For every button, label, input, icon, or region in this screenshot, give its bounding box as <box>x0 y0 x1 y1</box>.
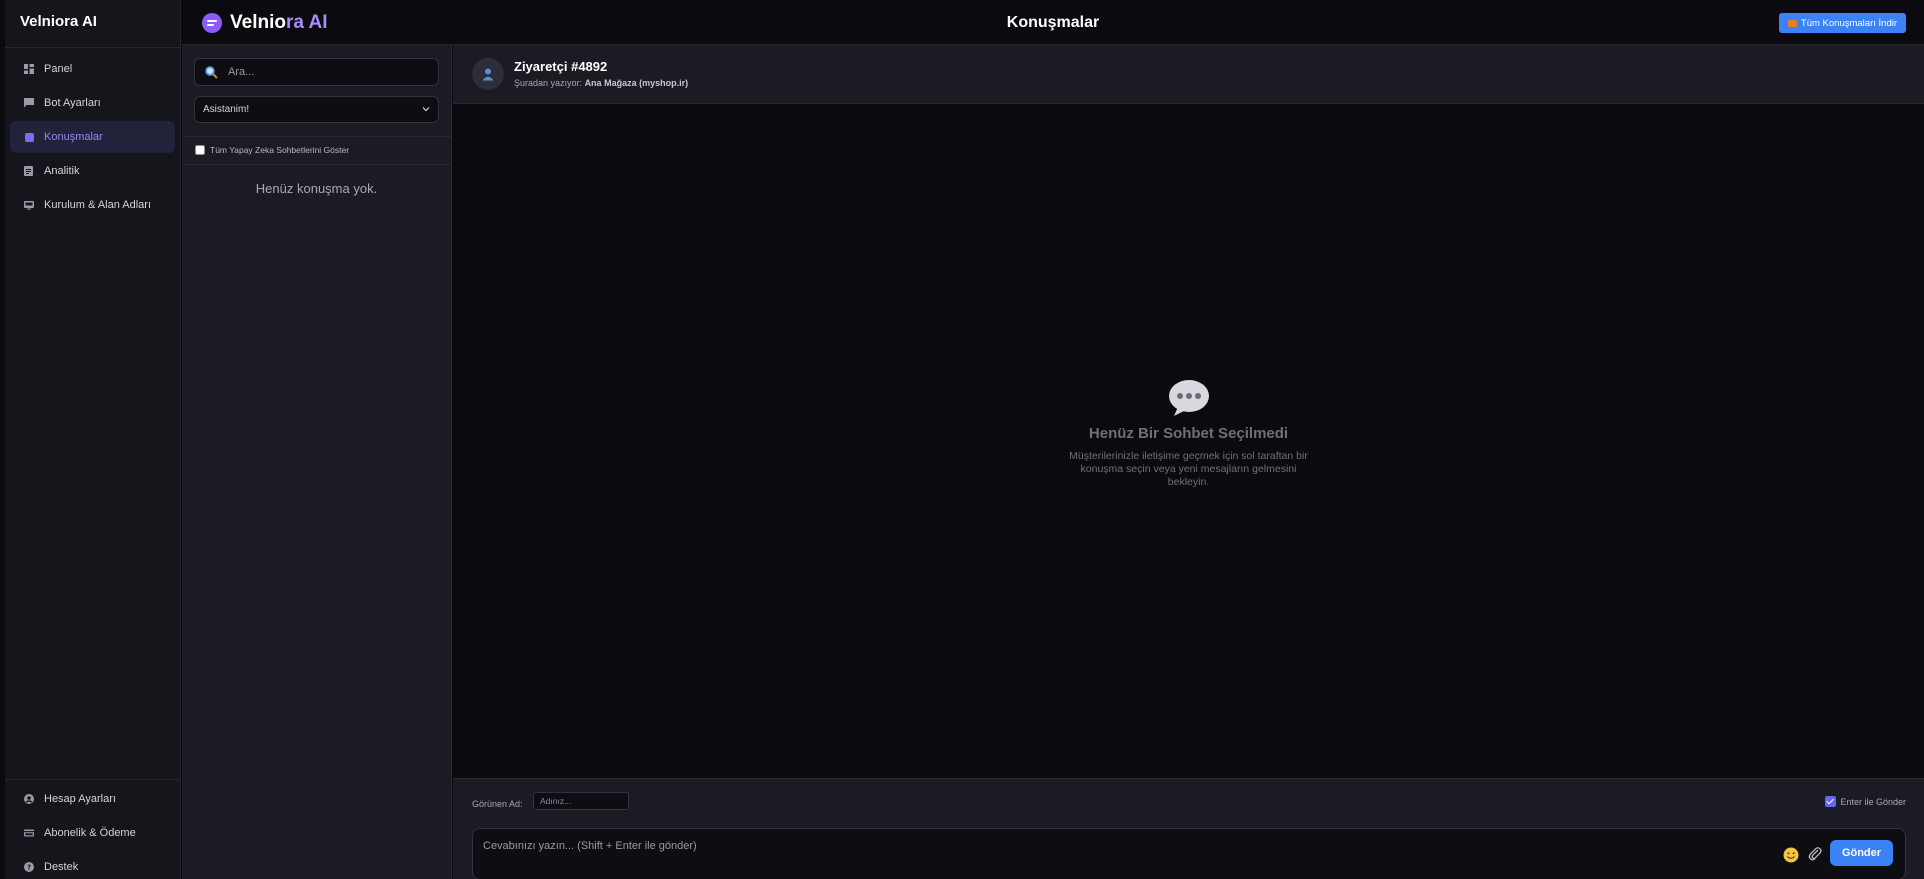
svg-text:?: ? <box>27 864 31 872</box>
visitor-source-value: Ana Mağaza (myshop.ir) <box>584 78 689 88</box>
empty-list-message: Henüz konuşma yok. <box>255 181 378 196</box>
sidebar-item-subscription[interactable]: Abonelik & Ödeme <box>10 817 175 849</box>
sidebar-item-account-settings[interactable]: Hesap Ayarları <box>10 783 175 815</box>
download-all-button[interactable]: Tüm Konuşmaları İndir <box>1778 13 1906 33</box>
display-name-input[interactable] <box>533 792 629 810</box>
sidebar-nav-bottom: Hesap Ayarları Abonelik & Ödeme ? Destek <box>10 783 175 879</box>
sidebar-item-analytics[interactable]: Analitik <box>10 155 175 187</box>
empty-chat-description: Müşterilerinizle iletişime geçmek için s… <box>1069 450 1308 488</box>
page-title: Konuşmalar <box>1006 14 1100 31</box>
help-icon: ? <box>24 862 34 872</box>
conversation-list-panel: Asistanim! Tüm Yapay Zeka Sohbetlerini G… <box>182 45 452 879</box>
sidebar-item-label: Kurulum & Alan Adları <box>44 199 152 211</box>
chevron-down-icon <box>422 104 430 115</box>
show-all-label: Tüm Yapay Zeka Sohbetlerini Göster <box>210 145 350 155</box>
user-icon <box>482 68 494 81</box>
account-icon <box>24 794 34 804</box>
search-input[interactable] <box>228 66 418 78</box>
chat-icon <box>24 98 34 108</box>
sidebar-brand: Velniora AI <box>20 13 97 30</box>
assistant-select[interactable]: Asistanim! <box>194 96 439 123</box>
reply-box: Gönder <box>472 828 1906 879</box>
show-all-ai-chats-toggle[interactable]: Tüm Yapay Zeka Sohbetlerini Göster <box>195 145 349 155</box>
visitor-name: Ziyaretçi #4892 <box>514 59 608 74</box>
paperclip-icon[interactable] <box>1807 846 1823 862</box>
search-box[interactable] <box>194 58 439 86</box>
sidebar-item-label: Panel <box>44 63 73 75</box>
avatar <box>472 58 504 90</box>
box-icon <box>1787 19 1797 27</box>
sidebar-item-conversations[interactable]: Konuşmalar <box>10 121 175 153</box>
download-all-label: Tüm Konuşmaları İndir <box>1800 17 1897 29</box>
sidebar-item-label: Bot Ayarları <box>44 97 101 109</box>
sidebar: Velniora AI Panel Bot Ayarları Konuşmala… <box>0 0 181 879</box>
enter-to-send-label: Enter ile Gönder <box>1840 796 1906 807</box>
divider <box>5 779 180 780</box>
reply-input[interactable] <box>483 840 1483 860</box>
chat-area: Ziyaretçi #4892 Şuradan yazıyor: Ana Mağ… <box>453 45 1924 879</box>
sidebar-item-label: Konuşmalar <box>44 131 103 143</box>
sidebar-nav: Panel Bot Ayarları Konuşmalar Analitik K… <box>10 53 175 223</box>
speech-bubble-icon <box>1168 379 1210 416</box>
display-name-label: Görünen Ad: <box>472 799 523 809</box>
top-header: Velniora AI Konuşmalar Tüm Konuşmaları İ… <box>182 0 1924 45</box>
sidebar-item-panel[interactable]: Panel <box>10 53 175 85</box>
divider <box>182 164 451 165</box>
sidebar-item-label: Hesap Ayarları <box>44 793 116 805</box>
conversations-icon <box>24 132 34 142</box>
sidebar-item-label: Analitik <box>44 165 80 177</box>
sidebar-item-bot-settings[interactable]: Bot Ayarları <box>10 87 175 119</box>
sidebar-item-support[interactable]: ? Destek <box>10 851 175 879</box>
sidebar-item-setup-domains[interactable]: Kurulum & Alan Adları <box>10 189 175 221</box>
sidebar-item-label: Destek <box>44 861 79 873</box>
sidebar-edge <box>0 0 5 879</box>
divider <box>182 136 451 137</box>
monitor-icon <box>24 200 34 210</box>
divider <box>5 47 180 48</box>
assistant-select-value: Asistanim! <box>203 104 250 115</box>
send-button[interactable]: Gönder <box>1830 840 1893 866</box>
empty-chat-title: Henüz Bir Sohbet Seçilmedi <box>1088 425 1289 442</box>
chat-header: Ziyaretçi #4892 Şuradan yazıyor: Ana Mağ… <box>453 45 1924 104</box>
card-icon <box>24 828 34 838</box>
enter-to-send-toggle[interactable]: Enter ile Gönder <box>1825 796 1906 807</box>
analytics-icon <box>24 166 34 176</box>
enter-to-send-checkbox[interactable] <box>1825 796 1837 807</box>
emoji-icon[interactable] <box>1783 847 1799 863</box>
show-all-checkbox[interactable] <box>195 145 205 155</box>
visitor-source: Şuradan yazıyor: Ana Mağaza (myshop.ir) <box>514 78 688 88</box>
visitor-source-prefix: Şuradan yazıyor: <box>514 78 583 88</box>
reply-composer: Görünen Ad: Enter ile Gönder Gönder <box>453 778 1924 879</box>
empty-chat-state: Henüz Bir Sohbet Seçilmedi Müşterilerini… <box>453 379 1924 489</box>
search-icon <box>205 65 218 79</box>
dashboard-icon <box>24 64 34 74</box>
sidebar-item-label: Abonelik & Ödeme <box>44 827 136 839</box>
